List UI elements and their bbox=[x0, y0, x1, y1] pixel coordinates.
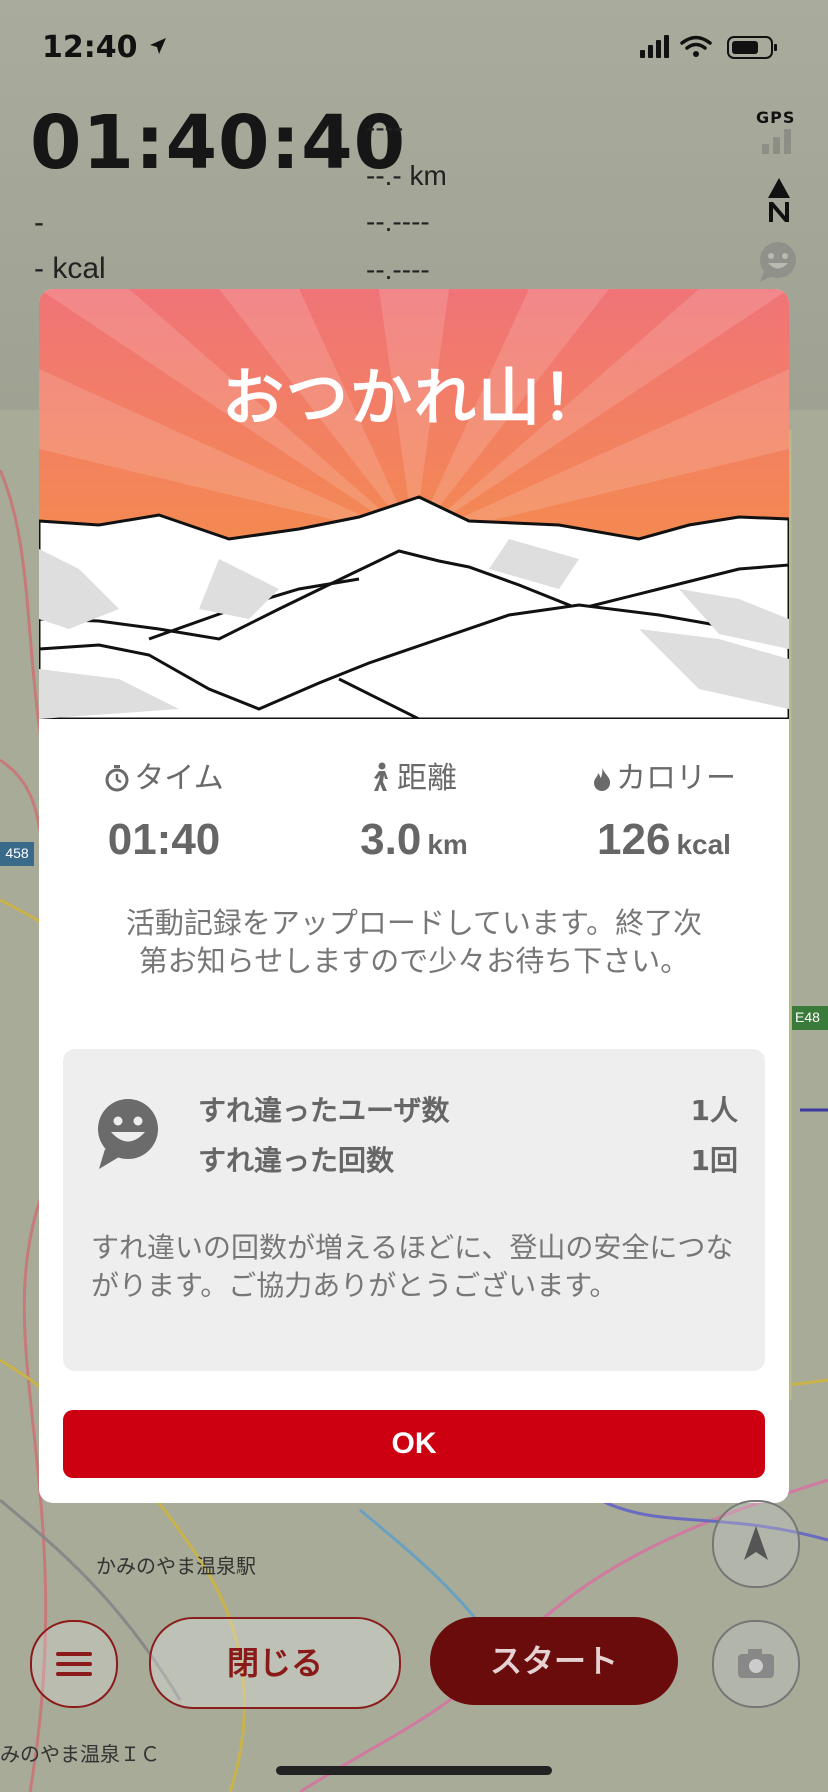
home-indicator[interactable] bbox=[276, 1766, 552, 1775]
stopwatch-icon bbox=[105, 765, 129, 792]
stat-distance-label: 距離 bbox=[397, 761, 457, 796]
stat-calories-value-row: 126 kcal bbox=[539, 815, 789, 865]
battery-icon bbox=[727, 36, 777, 59]
encounter-info-box: すれ違ったユーザ数 1人 すれ違った回数 1回 すれ違いの回数が増えるほどに、登… bbox=[63, 1049, 765, 1371]
camera-icon bbox=[738, 1649, 774, 1678]
stat-calories: カロリー 126 kcal bbox=[539, 759, 789, 865]
encounter-note: すれ違いの回数が増えるほどに、登山の安全につながります。ご協力ありがとうございま… bbox=[91, 1231, 734, 1302]
signal-icon bbox=[640, 35, 669, 58]
compass-north-icon[interactable] bbox=[766, 178, 792, 224]
stat-calories-unit: kcal bbox=[676, 829, 731, 860]
route-shield: 458 bbox=[5, 845, 29, 861]
elapsed-time: 01:40:40 bbox=[30, 100, 407, 186]
encounter-count-row: すれ違った回数 1回 bbox=[198, 1139, 738, 1179]
close-button[interactable]: 閉じる bbox=[149, 1617, 401, 1709]
stat-time: タイム 01:40 bbox=[39, 759, 289, 865]
gps-label: GPS bbox=[756, 108, 796, 127]
camera-button[interactable] bbox=[712, 1620, 800, 1708]
stat-time-label-row: タイム bbox=[39, 759, 289, 799]
activity-stats: タイム 01:40 距離 3.0 km カロリー 126 kcal bbox=[39, 759, 789, 879]
status-icons bbox=[640, 35, 777, 59]
stat-distance-value: 3.0 bbox=[360, 815, 422, 864]
status-time: 12:40 bbox=[42, 30, 168, 65]
stat-distance: 距離 3.0 km bbox=[289, 759, 539, 865]
hud-value-1: ---- bbox=[366, 112, 404, 143]
ok-button[interactable]: OK bbox=[63, 1410, 765, 1478]
stat-distance-unit: km bbox=[427, 829, 468, 860]
stat-time-label: タイム bbox=[134, 761, 224, 796]
encounter-smiley-icon[interactable] bbox=[756, 240, 800, 284]
dialog-title: おつかれ山！ bbox=[221, 361, 606, 434]
stat-calories-label: カロリー bbox=[616, 761, 736, 796]
stat-distance-label-row: 距離 bbox=[289, 759, 539, 799]
expressway-label: E48 bbox=[795, 1009, 820, 1025]
menu-button[interactable] bbox=[30, 1620, 118, 1708]
encounter-count-label: すれ違った回数 bbox=[198, 1144, 395, 1177]
hud-left-1: - bbox=[34, 206, 44, 239]
flame-icon bbox=[594, 767, 611, 791]
encounter-users-label: すれ違ったユーザ数 bbox=[198, 1094, 450, 1127]
stat-time-value-row: 01:40 bbox=[39, 815, 289, 865]
smiley-chat-icon bbox=[98, 1099, 158, 1169]
hud-value-4: --.---- bbox=[366, 254, 430, 285]
location-arrow-icon bbox=[149, 38, 166, 54]
hiker-icon bbox=[374, 762, 388, 791]
wifi-icon bbox=[680, 35, 712, 50]
map-station-label: かみのやま温泉駅 bbox=[96, 1554, 256, 1578]
navigation-arrow-icon bbox=[744, 1526, 768, 1560]
status-time-text: 12:40 bbox=[42, 30, 138, 65]
recenter-button[interactable] bbox=[712, 1500, 800, 1588]
stat-calories-value: 126 bbox=[597, 815, 671, 864]
encounter-users-row: すれ違ったユーザ数 1人 bbox=[198, 1089, 738, 1129]
map-ic-label: みのやま温泉ＩＣ bbox=[0, 1742, 160, 1766]
encounter-users-value: 1人 bbox=[690, 1094, 738, 1127]
hamburger-menu-icon bbox=[56, 1652, 92, 1676]
stat-time-value: 01:40 bbox=[107, 815, 221, 864]
encounter-count-value: 1回 bbox=[690, 1144, 738, 1177]
upload-message: 活動記録をアップロードしています。終了次第お知らせしますので少々お待ち下さい。 bbox=[125, 906, 703, 978]
hud-distance: --.- km bbox=[366, 160, 447, 191]
hud-value-3: --.---- bbox=[366, 206, 430, 237]
hud-calories: - kcal bbox=[34, 252, 106, 285]
completion-dialog: おつかれ山！ タイム 01:40 距離 3.0 km カロリー 126 kcal 活… bbox=[39, 289, 789, 1503]
gps-signal-icon bbox=[762, 129, 791, 154]
start-button[interactable]: スタート bbox=[430, 1617, 678, 1705]
stat-calories-label-row: カロリー bbox=[539, 759, 789, 799]
stat-distance-value-row: 3.0 km bbox=[289, 815, 539, 865]
